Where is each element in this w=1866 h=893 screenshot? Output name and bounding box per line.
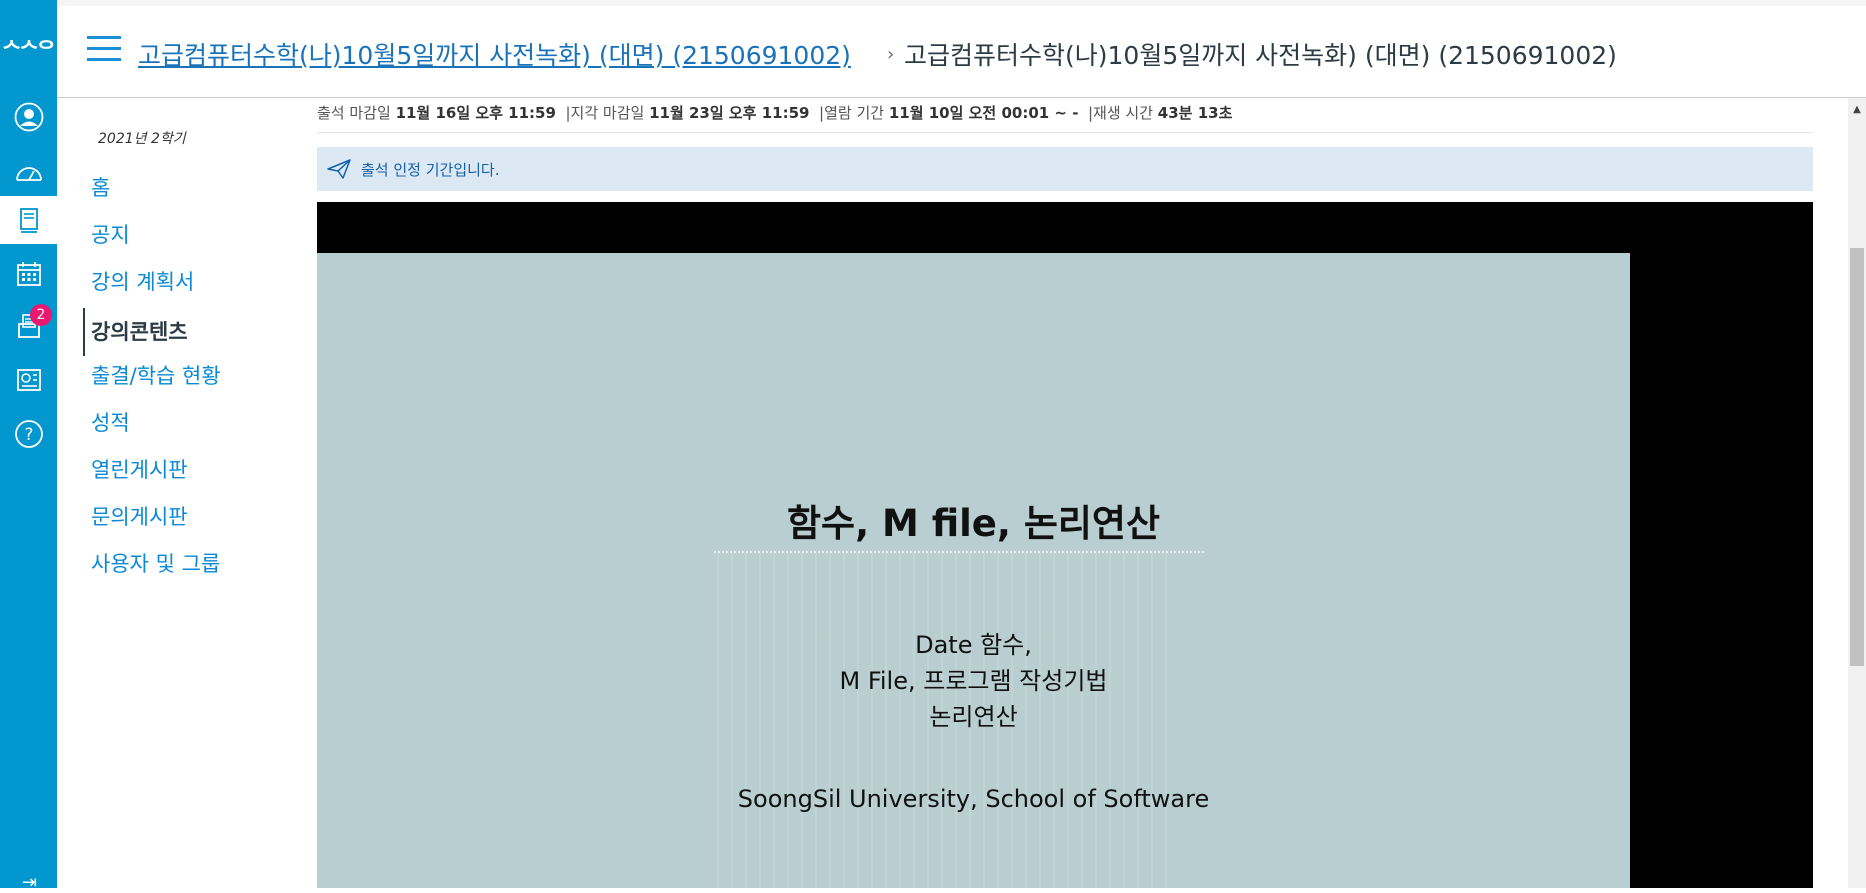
slide-subtitle-line: M File, 프로그램 작성기법 — [839, 667, 1108, 695]
course-nav-qna-board[interactable]: 문의게시판 — [91, 501, 188, 531]
late-deadline-value: 11월 23일 오후 11:59 — [649, 104, 810, 122]
course-nav-announcements[interactable]: 공지 — [91, 219, 130, 249]
late-deadline-label: |지각 마감일 — [565, 104, 645, 122]
course-term: 2021년 2학기 — [98, 131, 186, 147]
video-player[interactable]: 함수, M file, 논리연산 Date 함수, M File, 프로그램 작… — [317, 202, 1813, 888]
calendar-nav-button[interactable] — [0, 250, 57, 298]
brand-logo[interactable]: ᄉᄉᄋ — [2, 34, 56, 62]
attendance-notice-text: 출석 인정 기간입니다. — [361, 160, 500, 179]
course-nav-attendance[interactable]: 출결/학습 현황 — [91, 360, 221, 390]
commons-nav-button[interactable] — [0, 356, 57, 404]
play-time-value: 43분 13초 — [1157, 104, 1233, 122]
courses-nav-button[interactable] — [0, 196, 57, 244]
dashboard-nav-button[interactable] — [0, 149, 57, 197]
courses-icon — [19, 208, 38, 233]
scrollbar-thumb[interactable] — [1850, 248, 1864, 666]
page-header: 고급컴퓨터수학(나)10월5일까지 사전녹화) (대면) (2150691002… — [57, 0, 1866, 98]
hamburger-menu-icon[interactable] — [87, 36, 121, 62]
breadcrumb-separator: › — [887, 44, 895, 65]
collapse-nav-icon[interactable]: ⇥ — [22, 872, 37, 893]
breadcrumb-course-link[interactable]: 고급컴퓨터수학(나)10월5일까지 사전녹화) (대면) (2150691002… — [138, 36, 851, 72]
slide-title: 함수, M file, 논리연산 — [786, 502, 1161, 545]
inbox-nav-button[interactable]: 2 — [0, 302, 57, 350]
commons-icon — [16, 369, 41, 391]
attendance-notice: 출석 인정 기간입니다. — [317, 147, 1813, 191]
help-nav-button[interactable]: ? — [0, 410, 57, 458]
course-nav-grades[interactable]: 성적 — [91, 407, 130, 437]
attend-deadline-label: 출석 마감일 — [317, 104, 391, 122]
course-nav-syllabus[interactable]: 강의 계획서 — [91, 266, 194, 296]
account-icon — [14, 102, 43, 132]
slide-footer: SoongSil University, School of Software — [737, 785, 1210, 813]
paper-plane-icon — [327, 159, 351, 179]
slide-subtitle-line: Date 함수, — [915, 631, 1032, 659]
lecture-slide: 함수, M file, 논리연산 Date 함수, M File, 프로그램 작… — [317, 253, 1630, 888]
account-nav-button[interactable] — [0, 93, 57, 141]
svg-text:?: ? — [24, 425, 33, 445]
meta-divider — [317, 132, 1813, 133]
attend-deadline-value: 11월 16일 오후 11:59 — [395, 104, 556, 122]
course-nav-people-groups[interactable]: 사용자 및 그룹 — [91, 548, 220, 578]
open-period-label: |열람 기간 — [819, 104, 885, 122]
course-nav-open-board[interactable]: 열린게시판 — [91, 454, 188, 484]
slide-subtitle-line: 논리연산 — [929, 703, 1018, 731]
breadcrumb-current-page: 고급컴퓨터수학(나)10월5일까지 사전녹화) (대면) (2150691002… — [904, 41, 1617, 70]
calendar-icon — [16, 262, 41, 286]
dashboard-icon — [15, 167, 42, 181]
global-nav: ᄉᄉᄋ 2 ? ⇥ — [0, 0, 57, 893]
course-nav-contents[interactable]: 강의콘텐츠 — [83, 308, 188, 356]
scroll-up-arrow-icon[interactable]: ▲ — [1848, 104, 1866, 115]
play-time-label: |재생 시간 — [1087, 104, 1154, 122]
open-period-value: 11월 10일 오전 00:01 ~ - — [888, 104, 1079, 122]
slide-divider — [714, 551, 1204, 553]
help-icon: ? — [14, 420, 43, 448]
inbox-unread-badge: 2 — [30, 304, 52, 326]
course-nav-home[interactable]: 홈 — [91, 172, 110, 202]
content-meta: 출석 마감일 11월 16일 오후 11:59 |지각 마감일 11월 23일 … — [317, 102, 1232, 123]
page-scrollbar[interactable]: ▲ — [1848, 98, 1866, 888]
